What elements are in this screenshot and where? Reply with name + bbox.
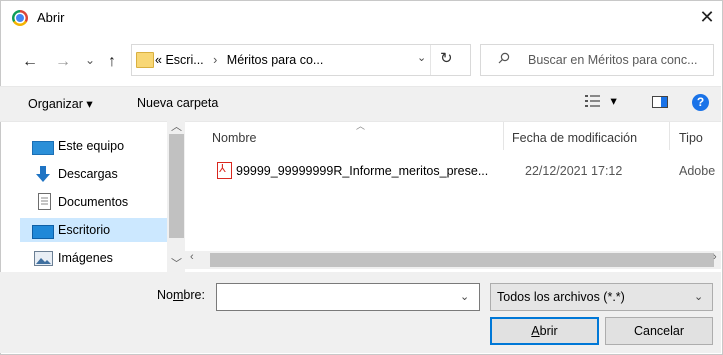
breadcrumb: « Escri... › Méritos para co... xyxy=(155,53,323,67)
new-folder-button[interactable]: Nueva carpeta xyxy=(137,96,218,110)
file-name: 99999_99999999R_Informe_meritos_prese... xyxy=(236,164,489,178)
documents-icon xyxy=(38,193,51,210)
up-button[interactable]: ↑ xyxy=(103,53,121,71)
help-button[interactable]: ? xyxy=(692,94,709,111)
search-icon xyxy=(498,51,510,67)
refresh-icon[interactable]: ↻ xyxy=(440,49,453,67)
search-placeholder: Buscar en Méritos para conc... xyxy=(528,53,698,67)
sidebar-item-label: Descargas xyxy=(58,167,118,181)
column-header-name[interactable]: Nombre xyxy=(212,131,256,145)
sidebar-item-este-equipo[interactable]: Este equipo xyxy=(20,134,167,158)
filename-label-text-end: bre: xyxy=(183,288,205,302)
sidebar-item-label: Documentos xyxy=(58,195,129,209)
sidebar-item-escritorio[interactable]: Escritorio xyxy=(20,218,167,242)
address-bar[interactable]: « Escri... › Méritos para co... ⌄ ↻ xyxy=(131,44,471,76)
file-date: 22/12/2021 17:12 xyxy=(525,164,623,178)
view-chevron-down-icon: ▾ xyxy=(610,94,617,108)
filename-label: Nombre: xyxy=(157,288,205,302)
open-label-accesskey: A xyxy=(531,324,540,338)
cancel-button[interactable]: Cancelar xyxy=(605,317,713,345)
close-button[interactable]: ✕ xyxy=(697,6,717,28)
forward-button[interactable]: → xyxy=(54,53,72,71)
filename-label-accesskey: m xyxy=(172,288,184,302)
open-label: brir xyxy=(539,324,558,338)
sidebar-item-imagenes[interactable]: Imágenes xyxy=(20,246,167,270)
sidebar-item-descargas[interactable]: Descargas xyxy=(20,162,167,186)
column-header-type[interactable]: Tipo xyxy=(679,131,703,145)
scroll-down-icon[interactable]: ﹀ xyxy=(171,255,182,271)
preview-pane-icon xyxy=(652,96,668,108)
help-icon: ? xyxy=(692,94,709,111)
divider xyxy=(430,45,431,75)
organize-button[interactable]: Organizar ▾ xyxy=(28,96,93,111)
title-bar: Abrir ✕ xyxy=(0,0,721,36)
sidebar-item-label: Este equipo xyxy=(58,139,125,153)
command-bar: Organizar ▾ Nueva carpeta ▾ ? xyxy=(0,86,721,122)
search-box[interactable]: Buscar en Méritos para conc... xyxy=(480,44,714,76)
file-list-scrollbar-thumb[interactable] xyxy=(210,253,714,267)
filename-dropdown-icon[interactable]: ⌄ xyxy=(460,290,469,303)
address-dropdown-icon[interactable]: ⌄ xyxy=(417,51,426,64)
pdf-icon xyxy=(217,162,232,179)
back-button[interactable]: ← xyxy=(21,53,39,71)
view-options-button[interactable]: ▾ xyxy=(584,94,617,111)
chevron-down-icon: ⌄ xyxy=(694,291,704,303)
filename-input[interactable] xyxy=(216,283,480,311)
desktop-icon xyxy=(32,225,54,239)
window-title: Abrir xyxy=(37,10,65,25)
filename-label-text: No xyxy=(157,288,173,302)
column-divider[interactable] xyxy=(669,122,670,150)
preview-pane-button[interactable] xyxy=(652,96,668,111)
column-divider[interactable] xyxy=(503,122,504,150)
column-header-date[interactable]: Fecha de modificación xyxy=(512,131,637,145)
open-button[interactable]: Abrir xyxy=(490,317,599,345)
navigation-scrollbar-thumb[interactable] xyxy=(169,134,184,238)
details-view-icon xyxy=(585,95,600,107)
file-type: Adobe xyxy=(679,164,716,178)
pictures-icon xyxy=(34,251,53,266)
scroll-up-icon[interactable]: ︿ xyxy=(171,118,182,134)
scroll-left-icon[interactable]: ‹ xyxy=(190,251,194,263)
filetype-value: Todos los archivos (*.*) xyxy=(497,290,625,304)
scroll-right-icon[interactable]: › xyxy=(713,251,717,263)
download-icon xyxy=(36,166,50,182)
folder-icon xyxy=(136,52,154,68)
breadcrumb-item-escritorio[interactable]: Escri... xyxy=(165,53,203,67)
breadcrumb-overflow[interactable]: « xyxy=(155,53,162,67)
chrome-icon xyxy=(12,10,28,26)
sort-ascending-icon: ︿ xyxy=(356,121,366,131)
filetype-select[interactable]: Todos los archivos (*.*) ⌄ xyxy=(490,283,713,311)
chevron-down-icon: ▾ xyxy=(86,97,93,111)
navigation-pane: Este equipo Descargas Documentos Escrito… xyxy=(20,122,167,270)
sidebar-item-label: Escritorio xyxy=(58,223,111,237)
recent-locations-button[interactable]: ⌄ xyxy=(81,51,99,69)
sidebar-item-label: Imágenes xyxy=(58,251,113,265)
breadcrumb-item-meritos[interactable]: Méritos para co... xyxy=(227,53,324,67)
breadcrumb-separator-icon: › xyxy=(213,53,218,67)
sidebar-item-documentos[interactable]: Documentos xyxy=(20,190,167,214)
computer-icon xyxy=(32,141,54,155)
file-row[interactable]: 99999_99999999R_Informe_meritos_prese...… xyxy=(208,159,721,183)
organize-label: Organizar xyxy=(28,97,83,111)
